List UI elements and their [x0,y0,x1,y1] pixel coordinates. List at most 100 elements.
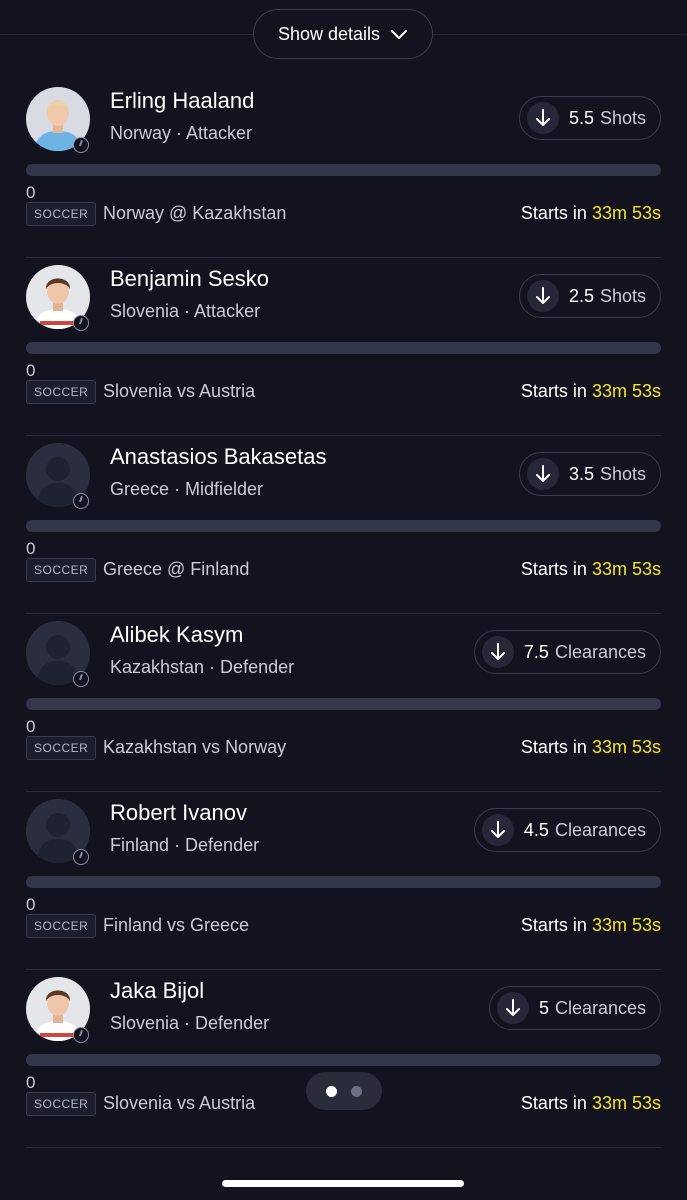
player-team-position: Norway · Attacker [110,123,253,143]
start-time: Starts in 33m 53s [521,559,661,580]
player-name: Jaka Bijol [110,978,205,1003]
progress-bar [26,342,661,354]
matchup-text: Slovenia vs Austria [103,381,256,401]
clock-icon [73,849,89,865]
page-dot-1[interactable] [326,1085,337,1097]
player-avatar[interactable] [26,799,90,865]
progress-bar [26,698,661,710]
arrow-down-icon [481,814,514,846]
prop-line-button[interactable]: 5 Clearances [488,986,661,1030]
sport-badge: SOCCER [26,202,97,226]
arrow-down-icon [526,102,559,134]
chevron-down-icon [391,30,408,39]
countdown-time: 33m 53s [591,559,661,579]
player-team-position: Slovenia · Defender [110,1013,270,1033]
player-card[interactable]: Robert Ivanov Finland · Defender 4.5 Cle… [0,792,687,970]
arrow-down-icon [526,280,559,312]
prop-line-button[interactable]: 4.5 Clearances [473,808,661,852]
matchup-text: Kazakhstan vs Norway [103,737,287,757]
prop-line-value: 7.5 [523,641,549,662]
matchup-text: Greece @ Finland [103,559,250,579]
start-time: Starts in 33m 53s [521,915,661,936]
prop-stat-type: Shots [599,107,646,128]
progress-bar [26,876,661,888]
start-time: Starts in 33m 53s [521,737,661,758]
starts-label: Starts in [520,915,592,935]
arrow-down-icon [496,992,529,1024]
player-name: Anastasios Bakasetas [110,444,327,469]
sport-badge: SOCCER [26,558,97,582]
player-card[interactable]: Anastasios Bakasetas Greece · Midfielder… [0,436,687,614]
progress-value: 0 [26,539,36,558]
player-avatar[interactable] [26,443,90,509]
starts-label: Starts in [520,737,592,757]
prop-line-value: 2.5 [568,285,594,306]
sport-badge: SOCCER [26,1092,97,1116]
clock-icon [73,671,89,687]
player-team-position: Finland · Defender [110,835,260,855]
player-card[interactable]: Benjamin Sesko Slovenia · Attacker 2.5 S… [0,258,687,436]
clock-icon [73,315,89,331]
starts-label: Starts in [520,203,592,223]
clock-icon [73,137,89,153]
sport-badge: SOCCER [26,914,97,938]
prop-line-button[interactable]: 7.5 Clearances [473,630,661,674]
show-details-button[interactable]: Show details [253,9,433,59]
player-avatar[interactable] [26,87,90,153]
matchup-text: Norway @ Kazakhstan [103,203,287,223]
start-time: Starts in 33m 53s [521,381,661,402]
start-time: Starts in 33m 53s [521,203,661,224]
prop-line-button[interactable]: 2.5 Shots [518,274,661,318]
prop-line-value: 3.5 [568,463,594,484]
prop-line-button[interactable]: 5.5 Shots [518,96,661,140]
progress-value: 0 [26,183,36,202]
page-dot-2[interactable] [351,1085,362,1097]
home-indicator [222,1180,464,1187]
player-avatar[interactable] [26,977,90,1043]
progress-value: 0 [26,361,36,380]
sport-badge: SOCCER [26,380,97,404]
prop-line-value: 5 [538,997,549,1018]
sport-badge: SOCCER [26,736,97,760]
prop-stat-type: Clearances [554,997,646,1018]
player-team-position: Slovenia · Attacker [110,301,261,321]
progress-bar [26,520,661,532]
countdown-time: 33m 53s [591,203,661,223]
show-details-label: Show details [277,23,381,44]
progress-bar [26,164,661,176]
prop-line-value: 5.5 [568,107,594,128]
countdown-time: 33m 53s [591,381,661,401]
countdown-time: 33m 53s [591,915,661,935]
clock-icon [73,1027,89,1043]
player-avatar[interactable] [26,265,90,331]
player-team-position: Kazakhstan · Defender [110,657,295,677]
prop-line-button[interactable]: 3.5 Shots [518,452,661,496]
matchup-text: Slovenia vs Austria [103,1093,256,1113]
prop-stat-type: Clearances [554,819,646,840]
progress-value: 0 [26,717,36,736]
countdown-time: 33m 53s [591,737,661,757]
progress-bar [26,1054,661,1066]
prop-stat-type: Shots [599,285,646,306]
start-time: Starts in 33m 53s [521,1093,661,1114]
player-card[interactable]: Erling Haaland Norway · Attacker 5.5 Sho… [0,80,687,258]
starts-label: Starts in [520,559,592,579]
prop-line-value: 4.5 [523,819,549,840]
progress-value: 0 [26,1073,36,1092]
player-card[interactable]: Jaka Bijol Slovenia · Defender 5 Clearan… [0,970,687,1148]
player-team-position: Greece · Midfielder [110,479,264,499]
arrow-down-icon [526,458,559,490]
clock-icon [73,493,89,509]
player-name: Alibek Kasym [110,622,244,647]
player-card[interactable]: Alibek Kasym Kazakhstan · Defender 7.5 C… [0,614,687,792]
progress-value: 0 [26,895,36,914]
player-name: Robert Ivanov [110,800,247,825]
countdown-time: 33m 53s [591,1093,661,1113]
player-avatar[interactable] [26,621,90,687]
matchup-text: Finland vs Greece [103,915,250,935]
arrow-down-icon [481,636,514,668]
player-name: Erling Haaland [110,88,255,113]
props-list-screen: Show details Erling Haaland Norway · Att… [0,0,687,1200]
starts-label: Starts in [520,381,592,401]
prop-stat-type: Shots [599,463,646,484]
